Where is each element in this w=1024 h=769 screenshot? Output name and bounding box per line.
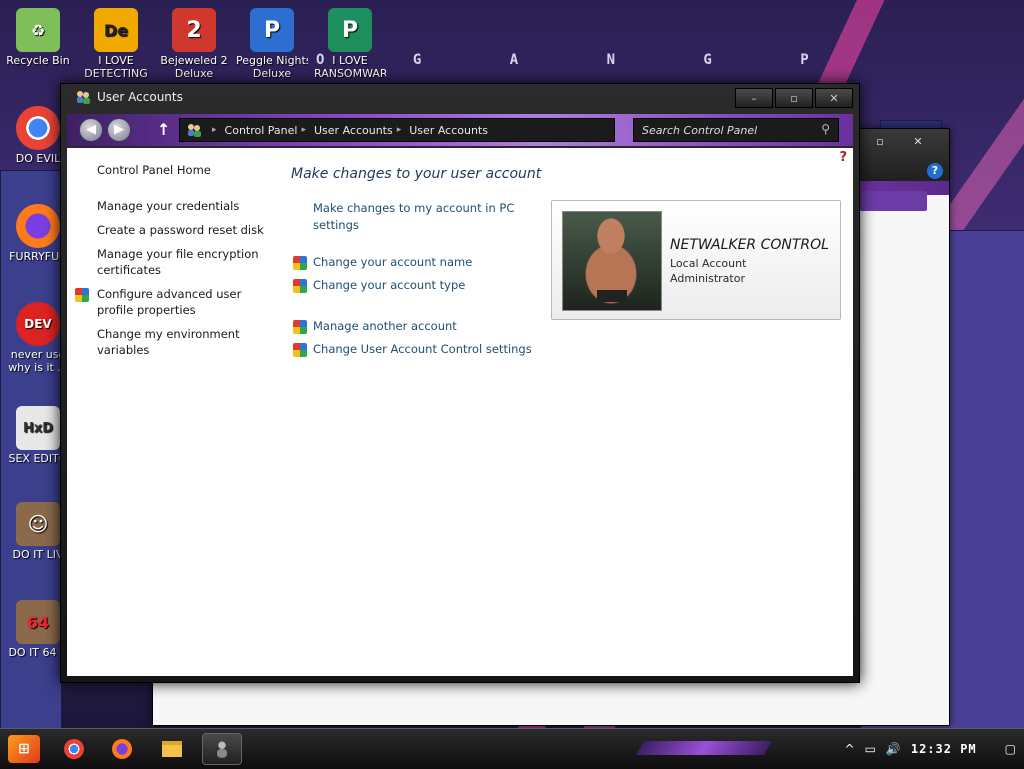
uac-shield-icon (293, 279, 307, 293)
devcpp-icon: DEV (16, 302, 60, 346)
breadcrumb-separator-icon[interactable]: ▸ (301, 125, 306, 135)
user-accounts-icon (77, 91, 90, 104)
desktop-icon-recycle-bin[interactable]: ♻ Recycle Bin (2, 8, 74, 67)
left-navigation-pane: Control Panel Home Manage your credentia… (75, 162, 277, 366)
manage-credentials-link[interactable]: Manage your credentials (97, 198, 277, 214)
breadcrumb-user-accounts-current[interactable]: User Accounts (409, 124, 488, 137)
network-icon[interactable]: ▭ (865, 742, 876, 756)
account-role: Administrator (670, 272, 745, 285)
background-close-button[interactable]: ✕ (903, 135, 933, 151)
notifications-icon[interactable]: ▢ (1005, 742, 1016, 756)
portrait-icon: 64 (16, 600, 60, 644)
uac-shield-icon (293, 320, 307, 334)
manage-another-account-link[interactable]: Manage another account (291, 318, 541, 335)
taskbar-clock[interactable]: 12:32 PM (911, 742, 977, 756)
close-button[interactable]: ✕ (815, 88, 853, 108)
control-panel-home-link[interactable]: Control Panel Home (97, 162, 277, 178)
minimize-button[interactable]: – (735, 88, 773, 108)
publisher-icon: P (328, 8, 372, 52)
volume-icon[interactable]: 🔊 (886, 742, 901, 756)
bejeweled-icon: 2 (172, 8, 216, 52)
taskbar-file-explorer-button[interactable] (154, 733, 190, 765)
firefox-icon (112, 739, 132, 759)
desktop-icon-i-love-detecting[interactable]: De I LOVE DETECTING (80, 8, 152, 80)
forward-button[interactable]: ▶ (107, 118, 131, 142)
manage-encryption-certificates-link[interactable]: Manage your file encryption certificates (97, 246, 277, 278)
control-panel-icon (188, 124, 201, 137)
main-pane: Make changes to your user account Make c… (291, 166, 541, 364)
change-account-name-link[interactable]: Change your account name (291, 254, 541, 271)
taskbar-decoration (635, 741, 773, 755)
breadcrumb-control-panel[interactable]: Control Panel (225, 124, 298, 137)
desktop-banner: O G A N G P R E S E N T S (316, 52, 856, 68)
account-name: NETWALKER CONTROL (670, 237, 829, 253)
taskbar: ⊞ ^ ▭ 🔊 12:32 PM ▢ (0, 728, 1024, 769)
change-account-type-link[interactable]: Change your account type (291, 277, 541, 294)
hxd-icon: HxD (16, 406, 60, 450)
chrome-icon (16, 106, 60, 150)
detecting-app-icon: De (94, 8, 138, 52)
page-heading: Make changes to your user account (291, 166, 542, 182)
desktop-icon-peggle[interactable]: P Peggle Nights Deluxe (236, 8, 308, 80)
account-avatar (562, 211, 662, 311)
system-tray: ^ ▭ 🔊 12:32 PM ▢ (835, 735, 1017, 763)
navigation-bar: ◀ ▶ ↑ ▸ Control Panel ▸ User Accounts ▸ … (67, 114, 853, 146)
recycle-bin-icon: ♻ (16, 8, 60, 52)
tray-overflow-chevron-icon[interactable]: ^ (845, 742, 855, 756)
maximize-button[interactable]: ▫ (775, 88, 813, 108)
user-accounts-icon (217, 741, 227, 758)
taskbar-user-accounts-button[interactable] (202, 733, 242, 765)
background-maximize-button[interactable]: ▫ (865, 135, 895, 151)
taskbar-chrome-button[interactable] (56, 733, 92, 765)
search-control-panel-input[interactable]: Search Control Panel ⚲ (633, 118, 839, 142)
search-icon[interactable]: ⚲ (821, 122, 830, 136)
change-uac-settings-link[interactable]: Change User Account Control settings (291, 341, 541, 358)
firefox-icon (16, 204, 60, 248)
back-button[interactable]: ◀ (79, 118, 103, 142)
user-accounts-window[interactable]: User Accounts – ▫ ✕ ◀ ▶ ↑ ▸ Control Pane… (60, 83, 860, 683)
configure-profile-properties-link[interactable]: Configure advanced user profile properti… (75, 286, 277, 318)
peggle-icon: P (250, 8, 294, 52)
uac-shield-icon (293, 256, 307, 270)
folder-icon (162, 741, 182, 757)
help-icon[interactable]: ? (927, 163, 943, 179)
pc-settings-link[interactable]: Make changes to my account in PC setting… (291, 200, 541, 234)
up-arrow-icon[interactable]: ↑ (157, 120, 170, 139)
uac-shield-icon (75, 288, 89, 302)
change-environment-variables-link[interactable]: Change my environment variables (97, 326, 277, 358)
chrome-icon (64, 739, 84, 759)
search-placeholder: Search Control Panel (642, 124, 758, 137)
taskbar-firefox-button[interactable] (104, 733, 140, 765)
breadcrumb-user-accounts[interactable]: User Accounts (314, 124, 393, 137)
help-icon[interactable]: ? (839, 150, 847, 165)
desktop-icon-ransomware[interactable]: P I LOVE RANSOMWARE (314, 8, 386, 80)
content-area: ? Control Panel Home Manage your credent… (67, 148, 853, 676)
breadcrumb-separator-icon: ▸ (212, 125, 217, 135)
address-bar[interactable]: ▸ Control Panel ▸ User Accounts ▸ User A… (179, 118, 615, 142)
window-controls: – ▫ ✕ (733, 88, 853, 108)
portrait-icon: ☺ (16, 502, 60, 546)
start-button[interactable]: ⊞ (8, 735, 40, 763)
window-title: User Accounts (97, 90, 183, 104)
desktop-icon-bejeweled[interactable]: 2 Bejeweled 2 Deluxe (158, 8, 230, 80)
uac-shield-icon (293, 343, 307, 357)
account-type: Local Account (670, 257, 747, 270)
create-password-reset-disk-link[interactable]: Create a password reset disk (97, 222, 277, 238)
breadcrumb-separator-icon[interactable]: ▸ (397, 125, 402, 135)
account-card: NETWALKER CONTROL Local Account Administ… (551, 200, 841, 320)
